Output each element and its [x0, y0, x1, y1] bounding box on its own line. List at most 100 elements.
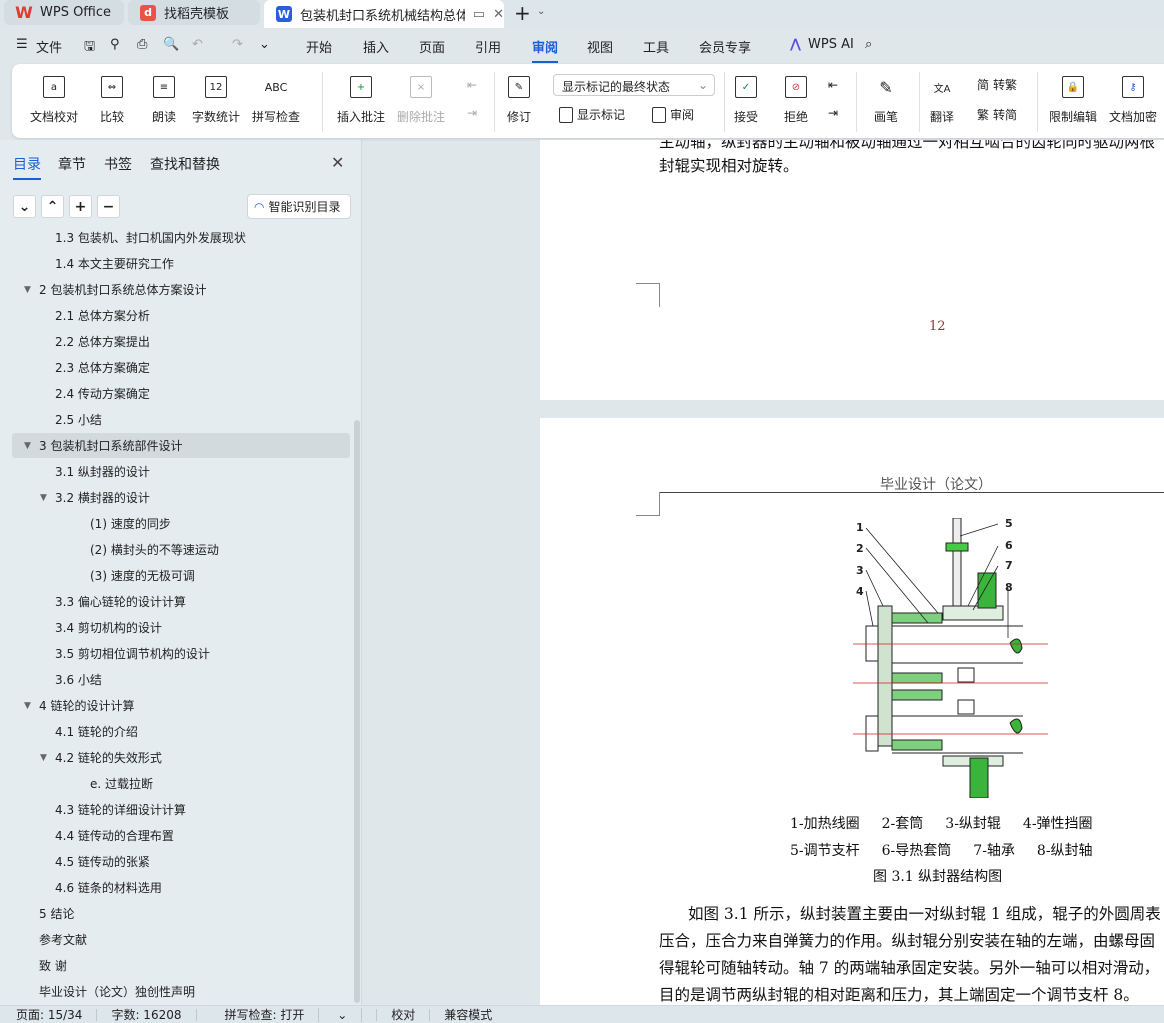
tab-wps-office[interactable]: W WPS Office: [4, 0, 124, 25]
more-chevron-icon[interactable]: ⌄: [259, 37, 270, 52]
toc-item[interactable]: 3.3 偏心链轮的设计计算: [12, 589, 350, 614]
expand-triangle-icon[interactable]: ▼: [40, 753, 47, 763]
toc-item[interactable]: 2.2 总体方案提出: [12, 329, 350, 354]
prev-change-icon[interactable]: ⇤: [828, 78, 838, 92]
expand-down-button[interactable]: ⌄: [13, 195, 36, 218]
toc-item[interactable]: (3) 速度的无极可调: [12, 563, 350, 588]
menu-view[interactable]: 视图: [587, 37, 613, 56]
print-icon[interactable]: ⎙: [137, 37, 147, 52]
close-pane-icon[interactable]: ✕: [331, 153, 344, 172]
toc-item[interactable]: 3.6 小结: [12, 667, 350, 692]
word-count-button[interactable]: 12 字数统计: [192, 76, 240, 125]
encrypt-button[interactable]: ⚷ 文档加密: [1109, 76, 1157, 125]
toc-item[interactable]: e. 过载拉断: [12, 771, 350, 796]
toc-item[interactable]: 4.5 链传动的张紧: [12, 849, 350, 874]
monitor-icon[interactable]: ▭: [473, 7, 485, 22]
tab-bookmarks[interactable]: 书签: [104, 154, 132, 174]
toc-item[interactable]: 3.1 纵封器的设计: [12, 459, 350, 484]
toc-item[interactable]: (1) 速度的同步: [12, 511, 350, 536]
menu-page[interactable]: 页面: [419, 37, 445, 56]
tab-toc[interactable]: 目录: [13, 154, 41, 180]
toc-item[interactable]: 毕业设计（论文）独创性声明: [12, 979, 350, 1004]
next-comment-icon[interactable]: ⇥: [467, 106, 477, 120]
toc-item[interactable]: ▼ 4 链轮的设计计算: [12, 693, 350, 718]
toc-item[interactable]: 4.1 链轮的介绍: [12, 719, 350, 744]
menu-references[interactable]: 引用: [475, 37, 501, 56]
to-traditional-button[interactable]: 简转繁: [977, 76, 1017, 93]
share-icon[interactable]: ⚲: [110, 37, 120, 52]
close-tab-icon[interactable]: ✕: [493, 7, 504, 22]
accept-button[interactable]: ✓ 接受: [734, 76, 758, 125]
menu-review[interactable]: 审阅: [532, 37, 559, 63]
toc-item[interactable]: ▼ 3.2 横封器的设计: [12, 485, 350, 510]
insert-comment-button[interactable]: + 插入批注: [337, 76, 385, 125]
compare-button[interactable]: ⇔ 比较: [100, 76, 124, 125]
read-aloud-button[interactable]: ≡ 朗读: [152, 76, 176, 125]
review-pane-button[interactable]: 审阅: [652, 106, 694, 123]
toc-item[interactable]: ▼ 2 包装机封口系统总体方案设计: [12, 277, 350, 302]
toc-item[interactable]: 4.3 链轮的详细设计计算: [12, 797, 350, 822]
word-count[interactable]: 字数: 16208: [97, 1008, 197, 1021]
toc-item[interactable]: 2.1 总体方案分析: [12, 303, 350, 328]
add-heading-button[interactable]: +: [69, 195, 92, 218]
remove-heading-button[interactable]: −: [97, 195, 120, 218]
toc-item[interactable]: 3.5 剪切相位调节机构的设计: [12, 641, 350, 666]
toc-item[interactable]: 2.5 小结: [12, 407, 350, 432]
pane-scrollbar[interactable]: [354, 420, 360, 1003]
redo-icon[interactable]: ↷: [232, 37, 243, 52]
menu-insert[interactable]: 插入: [363, 37, 389, 56]
page-indicator[interactable]: 页面: 15/34: [0, 1008, 98, 1021]
hamburger-icon[interactable]: ☰: [16, 37, 28, 52]
expand-triangle-icon[interactable]: ▼: [40, 493, 47, 503]
print-preview-icon[interactable]: 🔍: [163, 37, 179, 52]
next-change-icon[interactable]: ⇥: [828, 106, 838, 120]
figure-label: 1: [856, 521, 864, 534]
track-changes-button[interactable]: ✎ 修订: [507, 76, 531, 125]
show-markup-button[interactable]: 显示标记: [559, 106, 625, 123]
markup-display-select[interactable]: 显示标记的最终状态 ⌄: [553, 74, 715, 96]
toc-item[interactable]: 2.4 传动方案确定: [12, 381, 350, 406]
tab-find-replace[interactable]: 查找和替换: [150, 154, 220, 174]
new-tab-plus-icon[interactable]: +: [514, 1, 531, 25]
tab-list-chevron-icon[interactable]: ⌄: [537, 6, 545, 17]
collapse-up-button[interactable]: ⌃: [41, 195, 64, 218]
doc-check-button[interactable]: a 文档校对: [30, 76, 78, 125]
toc-item[interactable]: ▼ 3 包装机封口系统部件设计: [12, 433, 350, 458]
reject-button[interactable]: ⊘ 拒绝: [784, 76, 808, 125]
menu-tools[interactable]: 工具: [643, 37, 669, 56]
menu-membership[interactable]: 会员专享: [699, 37, 751, 56]
menu-file[interactable]: 文件: [36, 37, 62, 56]
toc-item[interactable]: 参考文献: [12, 927, 350, 952]
toc-item[interactable]: 5 结论: [12, 901, 350, 926]
expand-triangle-icon[interactable]: ▼: [24, 441, 31, 451]
search-icon[interactable]: ⌕: [865, 37, 872, 52]
toc-item[interactable]: 3.4 剪切机构的设计: [12, 615, 350, 640]
pen-button[interactable]: ✎ 画笔: [874, 76, 898, 125]
save-icon[interactable]: 🖫: [84, 37, 95, 59]
toc-item[interactable]: 4.4 链传动的合理布置: [12, 823, 350, 848]
toc-item[interactable]: 4.6 链条的材料选用: [12, 875, 350, 900]
menu-wps-ai[interactable]: WPS AI: [808, 37, 854, 52]
toc-item[interactable]: 1.3 包装机、封口机国内外发展现状: [12, 225, 350, 250]
restrict-editing-button[interactable]: 🔒 限制编辑: [1049, 76, 1097, 125]
toc-item[interactable]: (2) 横封头的不等速运动: [12, 537, 350, 562]
translate-button[interactable]: 文A 翻译: [930, 76, 954, 125]
expand-triangle-icon[interactable]: ▼: [24, 701, 31, 711]
proofread-button[interactable]: 校对: [377, 1008, 431, 1021]
smart-toc-button[interactable]: ◠ 智能识别目录: [247, 194, 351, 219]
tab-sections[interactable]: 章节: [58, 154, 86, 174]
prev-comment-icon[interactable]: ⇤: [467, 78, 477, 92]
to-simplified-button[interactable]: 繁转简: [977, 106, 1017, 123]
toc-item[interactable]: 2.3 总体方案确定: [12, 355, 350, 380]
tab-document[interactable]: W 包装机封口系统机械结构总体方 ▭ ✕: [264, 0, 504, 28]
menu-home[interactable]: 开始: [306, 37, 332, 56]
delete-comment-button[interactable]: × 删除批注: [397, 76, 445, 125]
spell-check-toggle[interactable]: 拼写检查: 打开 ⌄: [197, 1007, 378, 1022]
undo-icon[interactable]: ↶: [192, 37, 203, 52]
tab-templates[interactable]: d 找稻壳模板: [128, 0, 260, 25]
toc-item[interactable]: ▼ 4.2 链轮的失效形式: [12, 745, 350, 770]
toc-item[interactable]: 1.4 本文主要研究工作: [12, 251, 350, 276]
spell-check-button[interactable]: ABC 拼写检查: [252, 76, 300, 125]
toc-item[interactable]: 致 谢: [12, 953, 350, 978]
expand-triangle-icon[interactable]: ▼: [24, 285, 31, 295]
